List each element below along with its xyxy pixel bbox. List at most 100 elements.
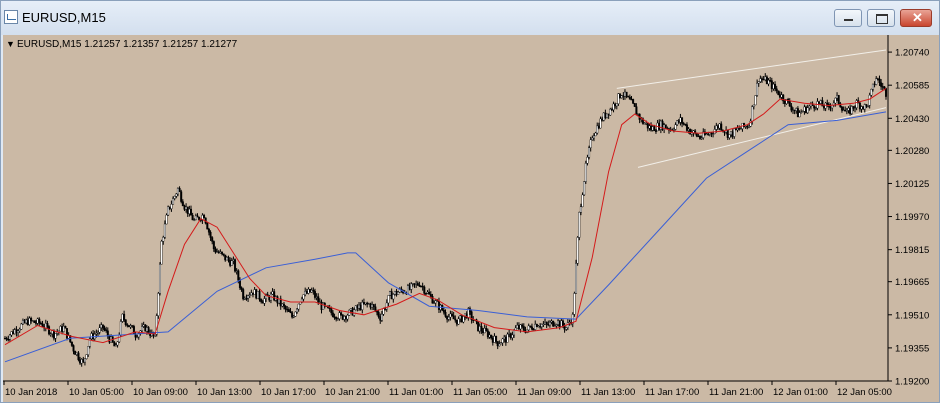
candle-body	[697, 135, 700, 138]
candle-body	[503, 336, 506, 340]
candle-body	[65, 328, 68, 339]
candle-body	[248, 294, 251, 296]
candle-body	[176, 187, 179, 195]
candle-body	[860, 106, 863, 110]
plot-area[interactable]	[3, 35, 939, 402]
candle-body	[677, 120, 680, 123]
candle-body	[823, 105, 826, 109]
candle-body	[516, 325, 519, 329]
title-bar[interactable]: EURUSD,M15 ✕	[1, 1, 939, 35]
candle-body	[331, 312, 334, 318]
candle-body	[292, 316, 295, 318]
maximize-button[interactable]	[867, 9, 895, 27]
candle-body	[806, 107, 809, 113]
candle-body	[167, 206, 170, 216]
candle-body	[173, 196, 176, 199]
candle-body	[752, 104, 755, 107]
candle-body	[48, 326, 51, 335]
candle-body	[876, 78, 879, 80]
candle-body	[862, 106, 865, 110]
candle-body	[501, 338, 504, 344]
candle-body	[157, 293, 160, 316]
candle-body	[844, 109, 847, 112]
price-tick-label: 1.19355	[895, 343, 929, 354]
candle-body	[172, 198, 175, 205]
candle-body	[273, 291, 276, 301]
candle-body	[712, 133, 715, 135]
candle-body	[77, 352, 80, 360]
candle-body	[296, 308, 299, 313]
close-button[interactable]: ✕	[900, 9, 932, 27]
candle-body	[793, 109, 796, 112]
candle-body	[544, 322, 547, 325]
candle-body	[242, 289, 245, 300]
candle-body	[762, 78, 765, 81]
candle-body	[508, 333, 511, 335]
time-tick-label: 10 Jan 21:00	[325, 387, 380, 398]
candle-body	[217, 251, 220, 254]
candle-body	[420, 285, 423, 288]
candle-body	[341, 314, 344, 320]
candle-body	[615, 103, 618, 107]
symbol-menu-icon[interactable]: ▼	[6, 39, 15, 49]
candle-body	[612, 103, 615, 110]
candle-body	[382, 308, 385, 315]
candle-body	[364, 302, 367, 305]
candle-body	[263, 298, 266, 304]
candle-body	[203, 214, 206, 219]
candle-body	[335, 317, 338, 320]
candle-body	[74, 351, 77, 355]
candle-body	[739, 128, 742, 130]
candle-body	[459, 315, 462, 320]
candle-body	[181, 201, 184, 207]
candle-body	[343, 316, 346, 320]
candle-body	[681, 117, 684, 124]
window-title: EURUSD,M15	[22, 10, 106, 25]
candle-body	[778, 94, 781, 98]
candle-body	[689, 128, 692, 135]
candle-body	[83, 358, 86, 363]
candle-body	[630, 99, 633, 101]
candle-body	[477, 321, 480, 332]
minimize-button[interactable]	[834, 9, 862, 27]
candle-body	[237, 270, 240, 281]
candle-body	[710, 132, 713, 134]
candle-body	[294, 311, 297, 317]
candle-body	[627, 96, 630, 98]
candle-body	[34, 322, 37, 324]
candle-body	[863, 104, 866, 110]
candle-body	[189, 208, 192, 216]
candle-body	[780, 94, 783, 98]
candle-body	[194, 215, 197, 220]
candle-body	[124, 319, 127, 325]
candle-body	[700, 137, 703, 139]
candle-body	[377, 311, 380, 317]
candle-body	[351, 308, 354, 316]
candle-body	[276, 296, 279, 304]
price-chart[interactable]: 1.20740 1.20585 1.20430 1.20280 1.20125 1.199…	[3, 35, 939, 402]
candle-body	[583, 181, 586, 196]
time-tick-label: 10 Jan 05:00	[69, 387, 124, 398]
candle-body	[684, 123, 687, 126]
time-tick-label: 11 Jan 09:00	[517, 387, 571, 398]
time-tick-label: 11 Jan 05:00	[453, 387, 507, 398]
candle-body	[716, 125, 719, 129]
candle-body	[397, 291, 400, 295]
candle-body	[878, 78, 881, 83]
candle-body	[527, 325, 530, 331]
candle-body	[253, 289, 256, 295]
candle-body	[193, 219, 196, 221]
candle-body	[20, 323, 23, 330]
candle-body	[849, 107, 852, 114]
candle-body	[491, 337, 494, 343]
candle-body	[433, 302, 436, 304]
candle-body	[540, 324, 543, 327]
candle-body	[234, 259, 237, 272]
candle-body	[4, 338, 7, 340]
candle-body	[36, 318, 39, 324]
candle-body	[372, 304, 375, 307]
candle-body	[25, 319, 28, 324]
candle-body	[579, 206, 582, 213]
candle-body	[829, 106, 832, 109]
candle-body	[885, 88, 888, 97]
